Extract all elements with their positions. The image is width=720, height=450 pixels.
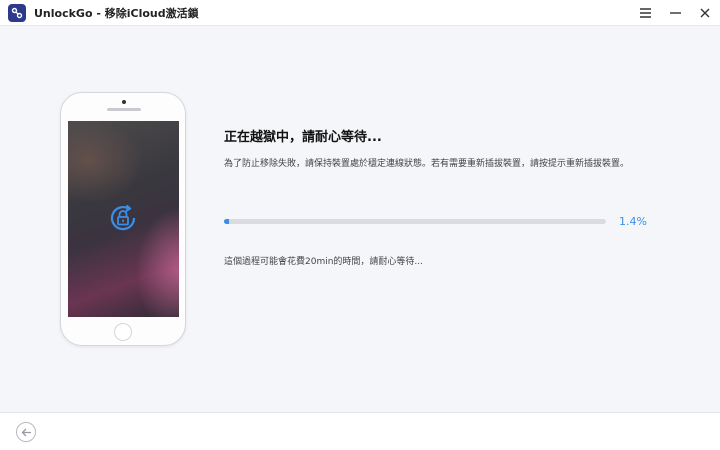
app-title: UnlockGo - 移除iCloud激活鎖 — [34, 6, 199, 20]
wait-note: 這個過程可能會花費20min的時間，請耐心等待... — [224, 257, 424, 267]
progress-percent: 1.4% — [619, 215, 647, 228]
phone-screen — [68, 121, 179, 317]
progress-bar — [224, 219, 606, 224]
unlockgo-logo-icon — [8, 3, 26, 22]
lock-rotate-icon — [108, 203, 138, 233]
phone-speaker — [107, 108, 141, 111]
progress-fill — [224, 219, 230, 224]
title-bar: UnlockGo - 移除iCloud激活鎖 — [0, 0, 720, 26]
phone-illustration — [60, 92, 186, 346]
footer-bar — [0, 412, 720, 450]
phone-home-button — [114, 323, 132, 341]
back-arrow-icon[interactable] — [16, 422, 36, 442]
status-description: 為了防止移除失敗，請保持裝置處於穩定連線狀態。若有需要重新插拔裝置，請按提示重新… — [224, 159, 630, 169]
close-icon[interactable] — [690, 0, 720, 26]
minimize-icon[interactable] — [660, 0, 690, 26]
window-controls — [630, 0, 720, 26]
hamburger-menu-icon[interactable] — [630, 0, 660, 26]
status-title: 正在越獄中，請耐心等待... — [224, 130, 382, 145]
phone-camera — [122, 100, 126, 104]
